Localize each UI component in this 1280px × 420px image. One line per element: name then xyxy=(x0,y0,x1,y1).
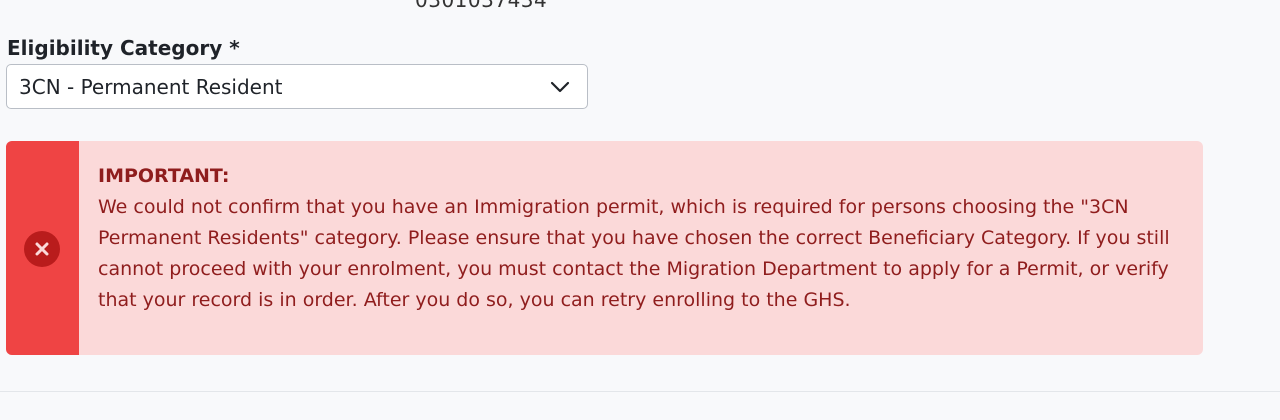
eligibility-category-select[interactable]: 3CN - Permanent Resident xyxy=(6,64,588,109)
eligibility-category-value: 3CN - Permanent Resident xyxy=(19,74,283,99)
alert-title: IMPORTANT: xyxy=(98,165,230,187)
error-x-circle-icon xyxy=(24,231,60,267)
clipped-top-text: 0301037434 xyxy=(415,0,548,12)
alert-message: We could not confirm that you have an Im… xyxy=(98,196,1170,311)
error-alert: IMPORTANT: We could not confirm that you… xyxy=(6,141,1203,355)
eligibility-category-label: Eligibility Category * xyxy=(7,36,240,60)
section-divider xyxy=(0,391,1280,392)
alert-content: IMPORTANT: We could not confirm that you… xyxy=(98,161,1188,316)
chevron-down-icon xyxy=(550,81,570,93)
